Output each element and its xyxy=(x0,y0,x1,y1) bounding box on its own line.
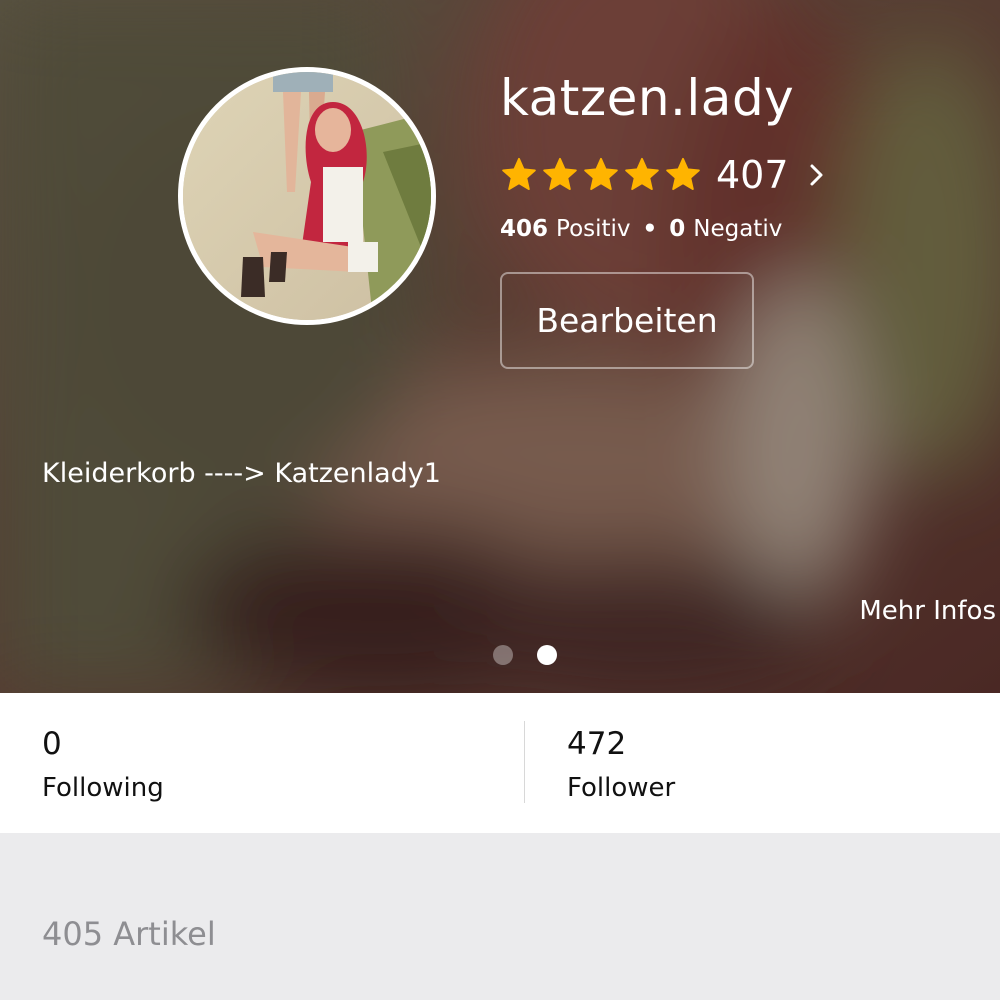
star-icon xyxy=(584,157,618,191)
star-icon xyxy=(666,157,700,191)
star-icon xyxy=(502,157,536,191)
avatar[interactable] xyxy=(178,67,436,325)
items-count-header: 405 Artikel xyxy=(42,915,216,953)
page-indicator[interactable] xyxy=(493,645,557,665)
star-icon xyxy=(543,157,577,191)
avatar-photo xyxy=(183,72,431,320)
stats-divider xyxy=(524,721,525,803)
username: katzen.lady xyxy=(500,69,795,127)
negative-label: Negativ xyxy=(693,216,783,242)
more-info-link[interactable]: Mehr Infos xyxy=(859,594,996,628)
star-icon xyxy=(625,157,659,191)
separator-dot: • xyxy=(642,216,658,242)
follower-count: 472 xyxy=(567,726,627,762)
following-label: Following xyxy=(42,773,164,803)
feedback-summary: 406 Positiv • 0 Negativ xyxy=(500,214,782,244)
follow-stats: 0 Following 472 Follower xyxy=(0,693,1000,833)
rating-count: 407 xyxy=(716,153,789,197)
follower-label: Follower xyxy=(567,773,676,803)
following-count: 0 xyxy=(42,726,62,762)
chevron-right-icon[interactable] xyxy=(807,160,827,190)
page-dot-2[interactable] xyxy=(537,645,557,665)
page-dot-1[interactable] xyxy=(493,645,513,665)
negative-count: 0 xyxy=(669,216,686,242)
positive-count: 406 xyxy=(500,216,549,242)
profile-bio: Kleiderkorb ----> Katzenlady1 xyxy=(42,458,441,489)
rating-stars xyxy=(500,156,702,194)
rating-row[interactable]: 407 xyxy=(500,152,827,198)
profile-header: katzen.lady 407 406 Positiv • 0 Negativ … xyxy=(0,0,1000,693)
edit-profile-button[interactable]: Bearbeiten xyxy=(500,272,754,369)
positive-label: Positiv xyxy=(556,216,631,242)
